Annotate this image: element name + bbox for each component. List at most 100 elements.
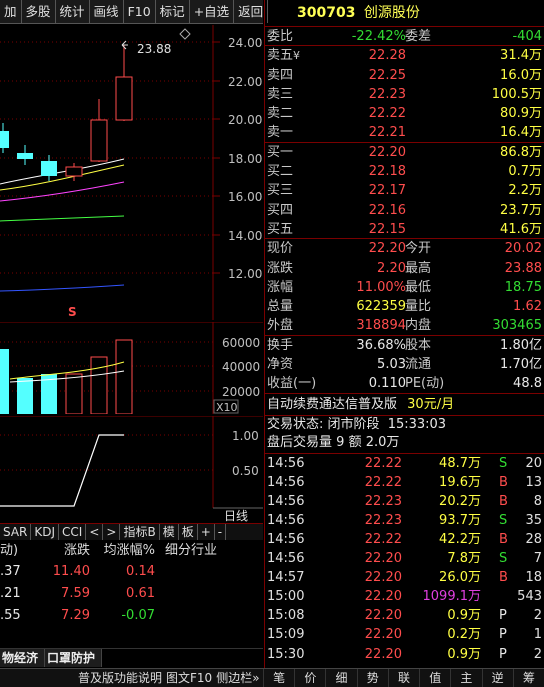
bid-row[interactable]: 买二 22.18 0.7万	[265, 162, 544, 181]
table-row[interactable]: .37 11.40 0.14	[0, 561, 263, 583]
tick-row[interactable]: 15:00 22.20 1099.1万 543	[265, 587, 544, 606]
cell-industry	[155, 561, 255, 583]
tab-add-button[interactable]: +	[198, 524, 215, 540]
cell-industry	[155, 583, 255, 605]
tab-cci[interactable]: CCI	[59, 524, 87, 540]
ask-row[interactable]: 卖五¥ 22.28 31.4万	[265, 46, 544, 65]
volume-label-60000: 60000	[222, 336, 260, 350]
stat-value: 0.110	[368, 376, 406, 392]
tick-time: 14:56	[267, 532, 305, 548]
price-stats: 现价 22.20 今开 20.02 涨跌 2.20 最高 23.88 涨幅 11…	[265, 239, 544, 336]
nav-reverse-button[interactable]: 逆	[481, 669, 513, 687]
volume-chart[interactable]: 60000 40000 20000 X10	[0, 322, 263, 414]
nav-value-button[interactable]: 值	[419, 669, 450, 687]
tab-economy[interactable]: 物经济	[0, 649, 46, 667]
tab-next-button[interactable]: >	[103, 524, 121, 540]
bid-row[interactable]: 买五 22.15 41.6万	[265, 220, 544, 240]
toolbar-add-button[interactable]: 加	[0, 0, 22, 23]
tick-row[interactable]: 14:56 22.23 20.2万 B 8	[265, 492, 544, 511]
nav-related-button[interactable]: 联	[387, 669, 419, 687]
bid-row[interactable]: 买一 22.20 86.8万	[265, 143, 544, 162]
toolbar-stats-button[interactable]: 统计	[56, 0, 90, 23]
nav-chips-button[interactable]: 筹	[512, 669, 544, 687]
ask-label: 卖一	[267, 125, 294, 141]
nav-main-button[interactable]: 主	[450, 669, 481, 687]
stat-value: 36.68%	[356, 337, 406, 353]
stat-value: 5.03	[377, 357, 406, 373]
tick-row[interactable]: 15:08 22.20 0.9万 P 2	[265, 606, 544, 625]
sidebar-toggle[interactable]: 侧边栏»	[214, 669, 261, 687]
ask-price: 22.22	[368, 106, 406, 122]
col-header-change[interactable]: 涨跌	[40, 541, 90, 561]
tick-row[interactable]: 14:56 22.20 7.8万 S 7	[265, 549, 544, 568]
tick-row[interactable]: 14:56 22.23 93.7万 S 35	[265, 511, 544, 530]
ask-row[interactable]: 卖一 22.21 16.4万	[265, 123, 544, 143]
tick-side: S	[499, 455, 508, 471]
subscription-ad[interactable]: 自动续费通达信普及版 30元/月	[265, 394, 544, 416]
tab-template[interactable]: 模	[160, 524, 179, 540]
tick-list[interactable]: 14:56 22.22 48.7万 S 20 14:56 22.22 19.6万 B 13 14:5…	[265, 454, 544, 664]
tick-row[interactable]: 14:56 22.22 42.2万 B 28	[265, 530, 544, 549]
tick-count: 8	[533, 493, 542, 509]
chart-diamond-icon[interactable]	[179, 28, 191, 40]
toolbar-multi-stock-button[interactable]: 多股	[22, 0, 56, 23]
nav-trend-button[interactable]: 势	[356, 669, 388, 687]
indicator-tabs: SAR KDJ CCI < > 指标B 模 板 + -	[0, 523, 263, 540]
period-tab-daily[interactable]: 日线	[224, 509, 248, 522]
tick-row[interactable]: 14:56 22.22 48.7万 S 20	[265, 454, 544, 473]
toolbar-f10-button[interactable]: F10	[124, 0, 156, 23]
ask-row[interactable]: 卖三 22.23 100.5万	[265, 85, 544, 104]
stat-label: PE(动)	[405, 376, 445, 392]
stat-label: 内盘	[405, 318, 432, 334]
nav-detail-button[interactable]: 细	[325, 669, 356, 687]
ask-row[interactable]: 卖二 22.22 80.9万	[265, 104, 544, 123]
tick-row[interactable]: 15:30 22.20 0.9万 P 2	[265, 645, 544, 664]
nav-price-button[interactable]: 价	[294, 669, 325, 687]
tab-indicator-b[interactable]: 指标B	[120, 524, 160, 540]
ask-row[interactable]: 卖四 22.25 16.0万	[265, 66, 544, 85]
indicator-chart[interactable]: 1.00 0.50 日线	[0, 416, 263, 522]
tab-prev-button[interactable]: <	[86, 524, 104, 540]
bid-label: 买二	[267, 164, 294, 180]
tick-side: B	[499, 493, 508, 509]
bid-row[interactable]: 买三 22.17 2.2万	[265, 181, 544, 200]
table-row[interactable]: .55 7.29 -0.07	[0, 605, 263, 627]
bid-row[interactable]: 买四 22.16 23.7万	[265, 201, 544, 220]
tab-kdj[interactable]: KDJ	[31, 524, 60, 540]
tick-count: 1	[533, 627, 542, 643]
tick-time: 14:56	[267, 512, 305, 528]
tab-board[interactable]: 板	[179, 524, 198, 540]
stat-row: 涨幅 11.00% 最低 18.75	[265, 278, 544, 297]
ad-price: 30元/月	[407, 396, 455, 412]
bid-price: 22.15	[368, 221, 406, 237]
trade-status-value: 闭市阶段	[327, 416, 380, 432]
tick-row[interactable]: 14:57 22.20 26.0万 B 18	[265, 568, 544, 587]
tick-row[interactable]: 14:56 22.22 19.6万 B 13	[265, 473, 544, 492]
col-header-industry[interactable]: 细分行业	[155, 541, 255, 561]
tick-side: S	[499, 551, 508, 567]
toolbar-add-watchlist-button[interactable]: +自选	[190, 0, 235, 23]
table-row[interactable]: .21 7.59 0.61	[0, 583, 263, 605]
tab-mask-protection[interactable]: 口罩防护	[45, 649, 103, 667]
tab-remove-button[interactable]: -	[215, 524, 227, 540]
ask-label: 卖二	[267, 106, 294, 122]
cell-change: 11.40	[52, 564, 90, 579]
bid-price: 22.20	[368, 144, 406, 160]
tab-sar[interactable]: SAR	[0, 524, 32, 540]
f10-link[interactable]: 图文F10	[164, 669, 214, 687]
help-link[interactable]: 普及版功能说明	[76, 669, 164, 687]
indicator-label-05: 0.50	[232, 464, 259, 478]
toolbar-draw-line-button[interactable]: 画线	[90, 0, 124, 23]
stat-label: 流通	[405, 357, 432, 373]
tick-time: 15:30	[267, 646, 305, 662]
bid-price: 22.16	[368, 202, 406, 218]
bid-label: 买三	[267, 183, 294, 199]
nav-tick-button[interactable]: 笔	[263, 669, 294, 687]
col-header-1[interactable]: 动)	[0, 541, 40, 561]
tick-count: 35	[525, 512, 542, 528]
toolbar-mark-button[interactable]: 标记	[156, 0, 190, 23]
tick-volume: 20.2万	[439, 493, 481, 509]
kline-chart[interactable]: 24.00 22.00 20.00 18.00 16.00 14.00 12.0…	[0, 25, 263, 320]
col-header-avg-pct[interactable]: 均涨幅%	[90, 541, 155, 561]
tick-row[interactable]: 15:09 22.20 0.2万 P 1	[265, 625, 544, 644]
